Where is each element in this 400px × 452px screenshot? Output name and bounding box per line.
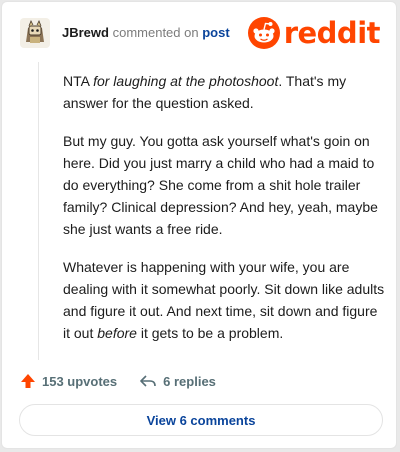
comment-paragraph-1: NTA for laughing at the photoshoot. That… xyxy=(63,70,385,114)
comment-meta: JBrewd commented on post xyxy=(62,25,230,40)
text-span: it gets to be a problem. xyxy=(136,325,284,341)
comment-footer: 153 upvotes 6 replies xyxy=(20,370,216,392)
text-span: NTA xyxy=(63,73,94,89)
emphasis-text: before xyxy=(97,325,137,341)
comment-body: NTA for laughing at the photoshoot. That… xyxy=(63,70,385,360)
upvote-arrow-icon xyxy=(21,374,35,388)
upvote-button[interactable]: 153 upvotes xyxy=(20,373,117,389)
view-comments-button[interactable]: View 6 comments xyxy=(19,404,383,436)
logo-text: reddit xyxy=(283,16,381,50)
comment-card: JBrewd commented on post reddit NTA for … xyxy=(1,1,397,449)
avatar[interactable] xyxy=(20,18,50,48)
upvote-count: 153 upvotes xyxy=(42,373,118,389)
replies-count: 6 replies xyxy=(163,373,216,389)
thread-line xyxy=(38,62,39,360)
action-text: commented on xyxy=(112,25,199,40)
reddit-snoo-icon xyxy=(247,17,280,49)
reply-arrow-icon xyxy=(140,375,156,387)
post-link[interactable]: post xyxy=(202,25,229,40)
emphasis-text: for laughing at the photoshoot xyxy=(93,73,279,89)
reddit-logo[interactable]: reddit xyxy=(247,16,381,50)
comment-header: JBrewd commented on post reddit xyxy=(2,2,396,62)
username-link[interactable]: JBrewd xyxy=(62,25,109,40)
comment-paragraph-2: But my guy. You gotta ask yourself what'… xyxy=(63,133,378,237)
replies-button[interactable]: 6 replies xyxy=(139,373,216,389)
comment-paragraph-3: Whatever is happening with your wife, yo… xyxy=(63,256,385,344)
